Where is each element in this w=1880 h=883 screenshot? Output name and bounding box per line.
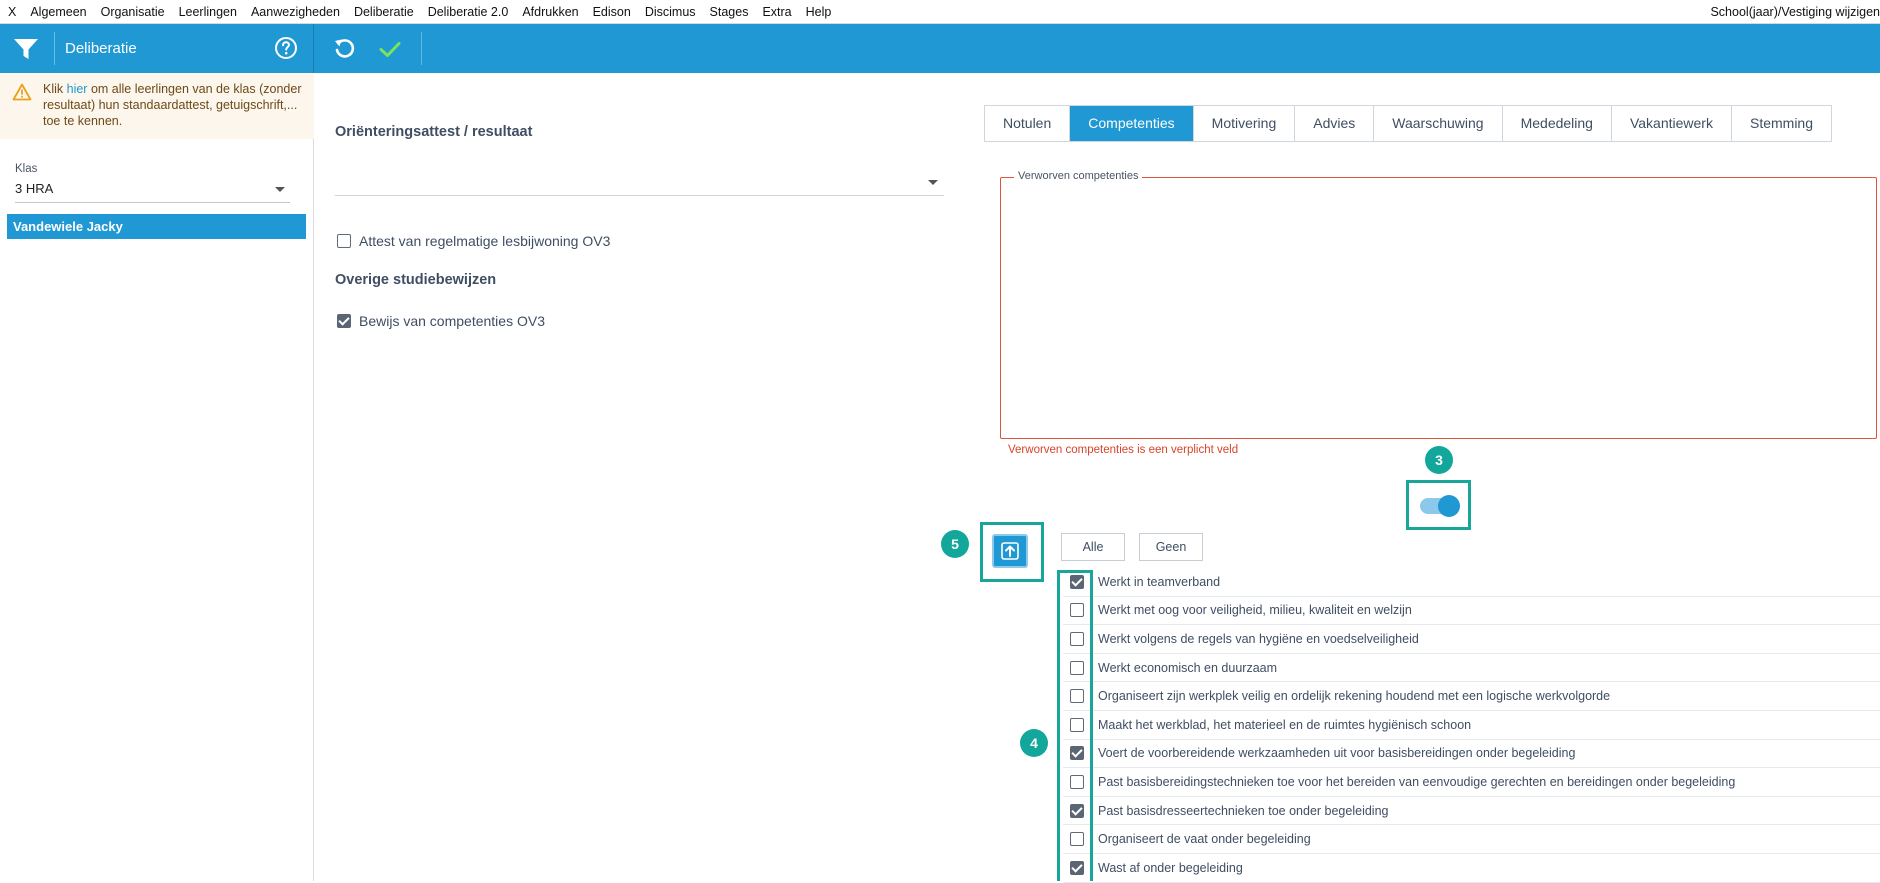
bewijs-label: Bewijs van competenties OV3 (359, 313, 545, 329)
chevron-down-icon (275, 187, 285, 192)
competenties-legend: Verworven competenties (1014, 170, 1143, 182)
app-header: Deliberatie (0, 24, 1880, 73)
list-item-label: Past basisbereidingstechnieken toe voor … (1098, 774, 1736, 789)
page-title: Deliberatie (65, 40, 137, 57)
list-item-label: Werkt volgens de regels van hygiëne en v… (1098, 631, 1419, 646)
tab-motivering[interactable]: Motivering (1193, 106, 1296, 141)
header-divider (421, 32, 422, 65)
list-item[interactable]: Werkt in teamverband (1063, 568, 1880, 597)
list-item[interactable]: Past basisdresseertechnieken toe onder b… (1063, 797, 1880, 826)
tab-bar: Notulen Competenties Motivering Advies W… (984, 105, 1833, 142)
competenties-error: Verworven competenties is een verplicht … (1008, 444, 1239, 456)
competence-list: Werkt in teamverband Werkt met oog voor … (1063, 568, 1880, 883)
attest-checkbox[interactable] (337, 234, 351, 248)
menu-afdrukken[interactable]: Afdrukken (515, 0, 585, 24)
tab-advies[interactable]: Advies (1295, 106, 1375, 141)
menu-discimus[interactable]: Discimus (638, 0, 703, 24)
tab-competenties[interactable]: Competenties (1070, 106, 1194, 141)
header-left: Deliberatie (0, 24, 314, 73)
list-item-label: Werkt economisch en duurzaam (1098, 660, 1278, 675)
annotation-highlight (1057, 570, 1093, 881)
help-icon[interactable] (274, 36, 298, 60)
select-none-button[interactable]: Geen (1139, 533, 1203, 561)
list-item-label: Organiseert zijn werkplek veilig en orde… (1098, 689, 1611, 704)
menu-extra[interactable]: Extra (755, 0, 798, 24)
tab-vakantiewerk[interactable]: Vakantiewerk (1611, 106, 1732, 141)
tab-mededeling[interactable]: Mededeling (1502, 106, 1612, 141)
warning-banner: Klik hier om alle leerlingen van de klas… (0, 73, 314, 139)
sidebar: Klik hier om alle leerlingen van de klas… (0, 73, 314, 881)
student-list-item[interactable]: Vandewiele Jacky (7, 214, 306, 239)
warning-prefix: Klik (43, 82, 67, 96)
arrow-up-icon (1001, 542, 1019, 560)
list-item[interactable]: Werkt volgens de regels van hygiëne en v… (1063, 625, 1880, 654)
list-item[interactable]: Maakt het werkblad, het materieel en de … (1063, 711, 1880, 740)
annotation-badge: 3 (1425, 446, 1453, 474)
list-item-label: Organiseert de vaat onder begeleiding (1098, 832, 1311, 847)
menu-leerlingen[interactable]: Leerlingen (172, 0, 244, 24)
orient-select[interactable] (335, 168, 944, 196)
warning-text: Klik hier om alle leerlingen van de klas… (43, 81, 308, 129)
filter-icon[interactable] (13, 38, 39, 60)
competenties-textarea[interactable] (1000, 177, 1877, 439)
upload-button[interactable] (992, 534, 1028, 568)
list-item[interactable]: Organiseert de vaat onder begeleiding (1063, 825, 1880, 854)
select-all-button[interactable]: Alle (1061, 533, 1125, 561)
menu-edison[interactable]: Edison (586, 0, 638, 24)
orient-title: Oriënteringsattest / resultaat (335, 124, 533, 140)
list-item[interactable]: Werkt economisch en duurzaam (1063, 654, 1880, 683)
menu-close[interactable]: X (0, 0, 23, 24)
list-item[interactable]: Voert de voorbereidende werkzaamheden ui… (1063, 740, 1880, 769)
warning-link[interactable]: hier (67, 82, 88, 96)
menu-organisatie[interactable]: Organisatie (94, 0, 172, 24)
attest-label: Attest van regelmatige lesbijwoning OV3 (359, 233, 611, 249)
menu-help[interactable]: Help (799, 0, 839, 24)
undo-icon[interactable] (332, 36, 358, 62)
list-item-label: Maakt het werkblad, het materieel en de … (1098, 717, 1472, 732)
list-item[interactable]: Organiseert zijn werkplek veilig en orde… (1063, 682, 1880, 711)
klas-select[interactable]: 3 HRA (15, 179, 290, 203)
menu-deliberatie[interactable]: Deliberatie (347, 0, 421, 24)
bewijs-checkbox-row[interactable]: Bewijs van competenties OV3 (337, 313, 545, 329)
list-item[interactable]: Werkt met oog voor veiligheid, milieu, k… (1063, 597, 1880, 626)
menu-algemeen[interactable]: Algemeen (23, 0, 93, 24)
list-item-label: Past basisdresseertechnieken toe onder b… (1098, 803, 1389, 818)
check-icon[interactable] (377, 36, 403, 62)
klas-value: 3 HRA (15, 181, 54, 196)
list-item-label: Wast af onder begeleiding (1098, 860, 1243, 875)
header-divider (54, 32, 55, 65)
tab-waarschuwing[interactable]: Waarschuwing (1374, 106, 1503, 141)
list-item-label: Werkt in teamverband (1098, 574, 1221, 589)
menu-aanwezigheden[interactable]: Aanwezigheden (244, 0, 347, 24)
klas-label: Klas (15, 163, 38, 175)
chevron-down-icon (928, 180, 938, 185)
bewijs-checkbox[interactable] (337, 314, 351, 328)
menu-school-switch[interactable]: School(jaar)/Vestiging wijzigen (1710, 0, 1880, 24)
annotation-badge: 4 (1020, 729, 1048, 757)
list-item-label: Werkt met oog voor veiligheid, milieu, k… (1098, 603, 1412, 618)
tab-notulen[interactable]: Notulen (985, 106, 1071, 141)
menu-stages[interactable]: Stages (703, 0, 756, 24)
list-item[interactable]: Wast af onder begeleiding (1063, 854, 1880, 883)
menubar: X Algemeen Organisatie Leerlingen Aanwez… (0, 0, 1880, 24)
warning-icon (12, 83, 32, 101)
toggle-knob[interactable] (1438, 495, 1460, 517)
overige-title: Overige studiebewijzen (335, 272, 497, 288)
menu-deliberatie-2[interactable]: Deliberatie 2.0 (421, 0, 516, 24)
list-item-label: Voert de voorbereidende werkzaamheden ui… (1098, 746, 1576, 761)
attest-checkbox-row[interactable]: Attest van regelmatige lesbijwoning OV3 (337, 233, 610, 249)
tab-stemming[interactable]: Stemming (1731, 106, 1832, 141)
list-item[interactable]: Past basisbereidingstechnieken toe voor … (1063, 768, 1880, 797)
annotation-badge: 5 (941, 530, 969, 558)
